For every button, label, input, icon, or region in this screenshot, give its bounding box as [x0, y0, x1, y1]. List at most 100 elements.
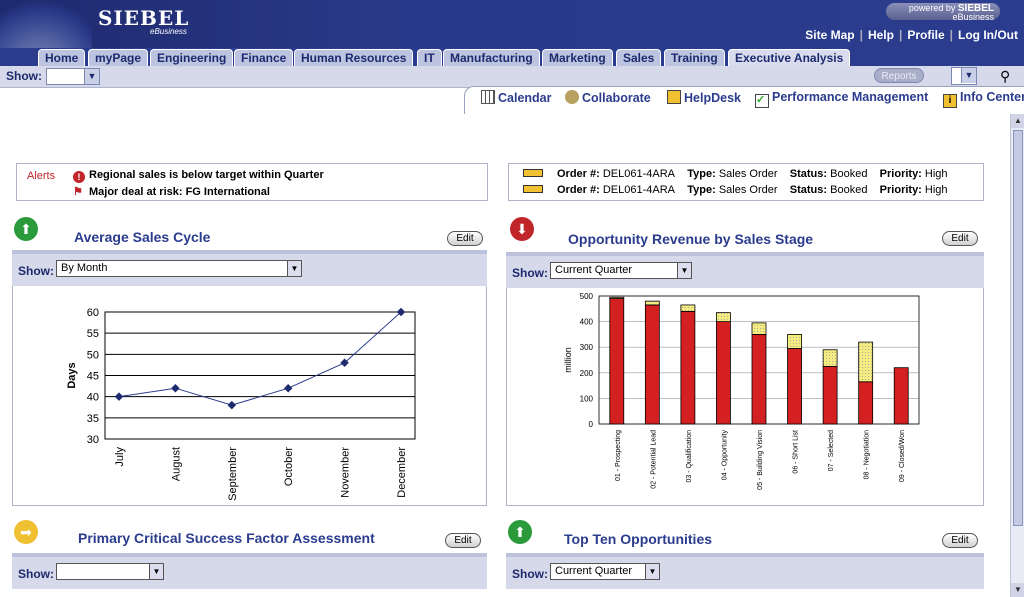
calendar-link[interactable]: Calendar: [481, 90, 552, 105]
info-icon: i: [943, 94, 957, 108]
scroll-down-icon[interactable]: ▼: [1011, 583, 1024, 597]
orders-panel: Order #: DEL061-4ARA Type: Sales Order S…: [508, 163, 984, 201]
y-tick-label: 35: [87, 413, 99, 425]
order-priority: High: [924, 184, 948, 196]
show-label: Show:: [512, 266, 548, 280]
performance-management-link[interactable]: ✓ Performance Management: [755, 90, 928, 108]
tab-home[interactable]: Home: [38, 49, 86, 66]
x-tick-label: 01 - Prospecting: [615, 430, 622, 481]
order-number: DEL061-4ARA: [602, 168, 676, 180]
order-icon: [523, 169, 543, 177]
helpdesk-link-label: HelpDesk: [684, 91, 741, 105]
info-center-link[interactable]: i Info Center: [943, 90, 1024, 108]
opp-revenue-bar-chart: 0 100 200 300 400 500 million 01 - Prospecting 0…: [563, 292, 920, 490]
logo-subtitle: eBusiness: [150, 27, 187, 36]
type-label: Type:: [687, 184, 716, 196]
y-tick-label: 55: [87, 328, 99, 340]
tab-manufacturing[interactable]: Manufacturing: [443, 49, 540, 66]
top-ten-title: Top Ten Opportunities: [564, 531, 713, 547]
priority-label: Priority:: [879, 184, 922, 196]
opp-revenue-chart-panel: 0 100 200 300 400 500 million 01 - Prospecting 0…: [506, 288, 984, 506]
chevron-down-icon: ▼: [287, 261, 301, 276]
calendar-icon: [481, 90, 495, 104]
tab-engineering[interactable]: Engineering: [150, 49, 234, 66]
helpdesk-link[interactable]: HelpDesk: [667, 90, 741, 105]
bar-segment: [858, 341, 874, 383]
calendar-link-label: Calendar: [498, 91, 552, 105]
top-ten-edit-button[interactable]: Edit: [942, 533, 978, 548]
bar-segment: [644, 304, 660, 425]
tab-mypage[interactable]: myPage: [88, 49, 149, 66]
performance-management-label: Performance Management: [772, 90, 929, 104]
alerts-panel: Alerts ! Regional sales is below target w…: [16, 163, 488, 201]
vertical-scrollbar[interactable]: ▲ ▼: [1010, 114, 1024, 597]
avg-sales-edit-button[interactable]: Edit: [447, 231, 483, 246]
tab-training[interactable]: Training: [664, 49, 725, 66]
select-value: Current Quarter: [555, 264, 633, 276]
bar-segment: [716, 321, 731, 425]
link-separator: |: [859, 28, 863, 42]
y-tick-label: 40: [87, 392, 99, 404]
tab-marketing[interactable]: Marketing: [542, 49, 613, 66]
opp-revenue-period-select[interactable]: Current Quarter ▼: [550, 262, 692, 279]
bar-segment: [751, 322, 767, 335]
csf-edit-button[interactable]: Edit: [445, 533, 481, 548]
info-center-label: Info Center: [960, 90, 1024, 104]
show-select[interactable]: ▼: [46, 68, 100, 85]
powered-by-text: powered by: [908, 3, 956, 13]
reports-button[interactable]: Reports: [874, 68, 924, 83]
x-tick-label: 06 - Short List: [793, 430, 800, 474]
reports-select[interactable]: ▼: [951, 67, 977, 85]
exclamation-icon: !: [73, 171, 85, 183]
opp-revenue-title: Opportunity Revenue by Sales Stage: [568, 231, 814, 247]
tab-finance[interactable]: Finance: [234, 49, 294, 66]
select-value: By Month: [61, 262, 108, 274]
trend-down-icon: ⬇: [510, 217, 534, 241]
link-separator: |: [898, 28, 903, 42]
arrow-right-icon: ➡: [14, 520, 38, 544]
order-row[interactable]: Order #: DEL061-4ARA Type: Sales Order S…: [523, 184, 948, 196]
avg-sales-period-select[interactable]: By Month ▼: [56, 260, 302, 277]
tab-sales[interactable]: Sales: [616, 49, 662, 66]
bar-segment: [680, 304, 696, 312]
binoculars-icon[interactable]: ⚲: [1000, 68, 1010, 85]
opp-revenue-edit-button[interactable]: Edit: [942, 231, 978, 246]
data-point: [114, 392, 124, 401]
x-tick-label: 02 - Potential Lead: [650, 430, 657, 489]
bar-segment: [716, 312, 731, 322]
y-tick-label: 60: [87, 307, 99, 319]
bar-segment: [822, 366, 838, 425]
tab-executive-analysis[interactable]: Executive Analysis: [728, 49, 851, 66]
alert-item[interactable]: ! Regional sales is below target within Q…: [73, 169, 324, 183]
collaborate-link[interactable]: Collaborate: [565, 90, 651, 105]
avg-sales-cycle-title: Average Sales Cycle: [74, 229, 211, 245]
help-link[interactable]: Help: [868, 28, 894, 42]
scroll-thumb[interactable]: [1013, 130, 1023, 526]
y-tick-label: 45: [87, 371, 99, 383]
profile-link[interactable]: Profile: [907, 28, 944, 42]
order-status: Booked: [830, 168, 868, 180]
bar-segment: [609, 298, 625, 425]
tab-it[interactable]: IT: [417, 49, 442, 66]
top-ten-period-select[interactable]: Current Quarter ▼: [550, 563, 660, 580]
csf-select[interactable]: ▼: [56, 563, 164, 580]
alert-item[interactable]: ⚑ Major deal at risk: FG International: [73, 185, 270, 198]
y-tick-label: 400: [580, 318, 594, 327]
main-tab-bar: Home myPage Engineering Finance Human Re…: [0, 48, 1024, 66]
bar-segment: [644, 300, 660, 306]
scroll-up-icon[interactable]: ▲: [1011, 114, 1024, 128]
monitor-icon: [667, 90, 681, 104]
login-logout-link[interactable]: Log In/Out: [958, 28, 1018, 42]
order-row[interactable]: Order #: DEL061-4ARA Type: Sales Order S…: [523, 168, 948, 180]
site-map-link[interactable]: Site Map: [805, 28, 854, 42]
tab-human-resources[interactable]: Human Resources: [294, 49, 414, 66]
people-icon: [565, 90, 579, 104]
bar-segment: [787, 334, 802, 349]
avg-sales-line-chart: 30 35 40 45 50 55 60 Days July August September Oct…: [66, 307, 416, 501]
bar-segment: [680, 310, 696, 425]
show-label: Show:: [18, 567, 54, 581]
chevron-down-icon: ▼: [149, 564, 163, 579]
order-priority: High: [924, 168, 948, 180]
opp-revenue-show-bar: Show: Current Quarter ▼: [506, 256, 984, 288]
select-value: Current Quarter: [555, 565, 633, 577]
